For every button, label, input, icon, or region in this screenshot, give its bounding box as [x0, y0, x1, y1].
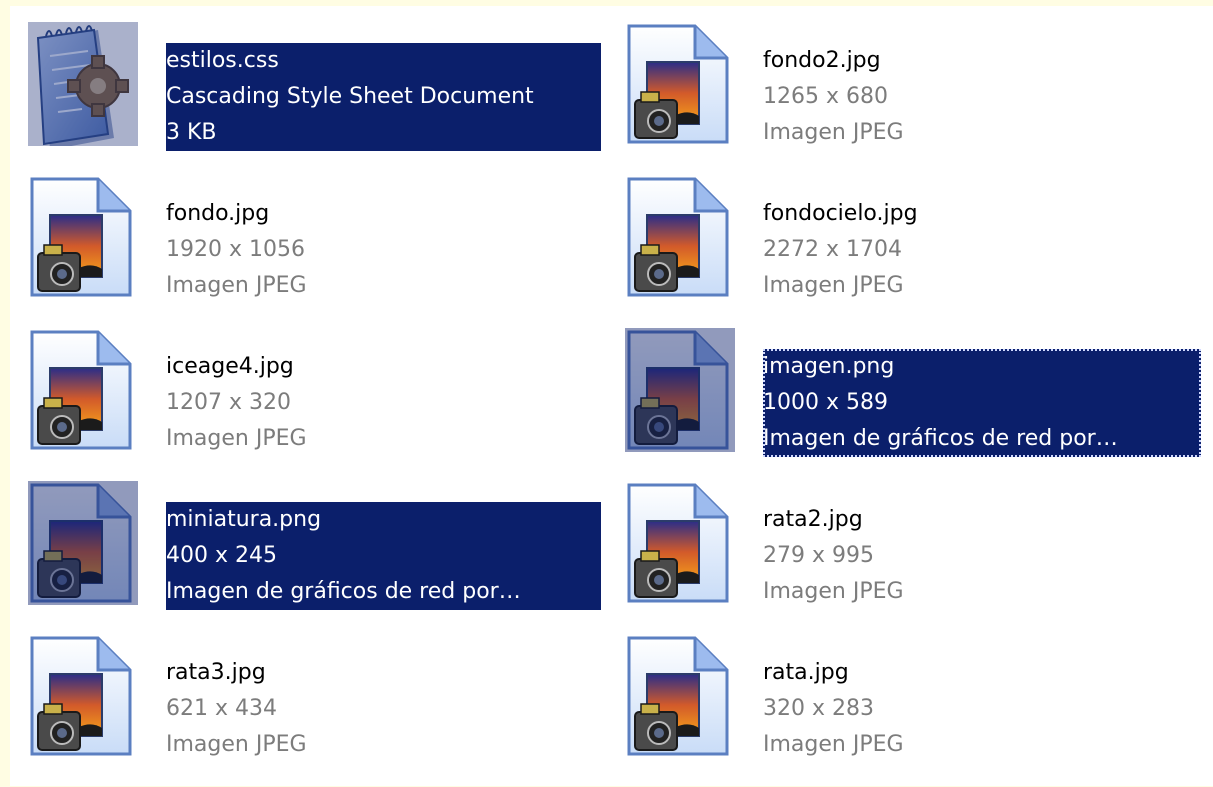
file-tile-rata3-jpg[interactable]: rata3.jpg 621 x 434 Imagen JPEG — [28, 634, 625, 787]
file-name: rata.jpg — [763, 660, 849, 685]
file-label: iceage4.jpg 1207 x 320 Imagen JPEG — [166, 349, 309, 457]
file-view-pane: estilos.css Cascading Style Sheet Docume… — [10, 6, 1213, 786]
image-dimensions: 320 x 283 — [763, 696, 874, 721]
jpeg-image-icon — [625, 22, 735, 146]
file-name: fondocielo.jpg — [763, 201, 918, 226]
file-name: imagen.png — [763, 354, 895, 379]
file-label: imagen.png 1000 x 589 Imagen de gráficos… — [763, 349, 1201, 457]
file-name: miniatura.png — [166, 507, 322, 532]
jpeg-image-icon — [28, 328, 138, 452]
png-image-icon — [625, 328, 735, 452]
file-tile-rata2-jpg[interactable]: rata2.jpg 279 x 995 Imagen JPEG — [625, 481, 1185, 634]
file-type: Imagen JPEG — [166, 273, 307, 298]
file-name: rata2.jpg — [763, 507, 863, 532]
file-name: iceage4.jpg — [166, 354, 294, 379]
image-dimensions: 2272 x 1704 — [763, 237, 902, 262]
image-dimensions: 621 x 434 — [166, 696, 277, 721]
jpeg-image-icon — [28, 175, 138, 299]
file-tile-rata-jpg[interactable]: rata.jpg 320 x 283 Imagen JPEG — [625, 634, 1185, 787]
file-label: fondocielo.jpg 2272 x 1704 Imagen JPEG — [763, 196, 920, 304]
file-label: rata3.jpg 621 x 434 Imagen JPEG — [166, 655, 309, 763]
image-dimensions: 1265 x 680 — [763, 84, 888, 109]
image-dimensions: 1920 x 1056 — [166, 237, 305, 262]
tiles-grid: estilos.css Cascading Style Sheet Docume… — [28, 22, 1201, 787]
file-tile-iceage4-jpg[interactable]: iceage4.jpg 1207 x 320 Imagen JPEG — [28, 328, 625, 481]
file-tile-estilos-css[interactable]: estilos.css Cascading Style Sheet Docume… — [28, 22, 625, 175]
file-label: fondo.jpg 1920 x 1056 Imagen JPEG — [166, 196, 309, 304]
jpeg-image-icon — [625, 634, 735, 758]
jpeg-image-icon — [28, 634, 138, 758]
file-type: Imagen JPEG — [763, 120, 904, 145]
image-dimensions: 1000 x 589 — [763, 390, 888, 415]
file-tile-fondocielo-jpg[interactable]: fondocielo.jpg 2272 x 1704 Imagen JPEG — [625, 175, 1185, 328]
file-type: Imagen JPEG — [763, 273, 904, 298]
jpeg-image-icon — [625, 481, 735, 605]
file-type: Imagen de gráficos de red por… — [166, 579, 521, 604]
file-name: fondo.jpg — [166, 201, 270, 226]
image-dimensions: 1207 x 320 — [166, 390, 291, 415]
file-label: rata2.jpg 279 x 995 Imagen JPEG — [763, 502, 906, 610]
file-type: Cascading Style Sheet Document — [166, 84, 534, 109]
image-dimensions: 279 x 995 — [763, 543, 874, 568]
png-image-icon — [28, 481, 138, 605]
file-tile-fondo-jpg[interactable]: fondo.jpg 1920 x 1056 Imagen JPEG — [28, 175, 625, 328]
file-tile-imagen-png[interactable]: imagen.png 1000 x 589 Imagen de gráficos… — [625, 328, 1201, 481]
file-label: estilos.css Cascading Style Sheet Docume… — [166, 43, 601, 151]
file-tile-miniatura-png[interactable]: miniatura.png 400 x 245 Imagen de gráfic… — [28, 481, 625, 634]
file-type: Imagen JPEG — [763, 732, 904, 757]
file-label: fondo2.jpg 1265 x 680 Imagen JPEG — [763, 43, 906, 151]
file-name: estilos.css — [166, 48, 279, 73]
file-type: Imagen JPEG — [763, 579, 904, 604]
file-label: rata.jpg 320 x 283 Imagen JPEG — [763, 655, 906, 763]
file-name: rata3.jpg — [166, 660, 266, 685]
file-size: 3 KB — [166, 120, 217, 145]
image-dimensions: 400 x 245 — [166, 543, 277, 568]
file-tile-fondo2-jpg[interactable]: fondo2.jpg 1265 x 680 Imagen JPEG — [625, 22, 1185, 175]
css-document-icon — [28, 22, 138, 146]
jpeg-image-icon — [625, 175, 735, 299]
file-type: Imagen de gráficos de red por… — [763, 426, 1118, 451]
file-name: fondo2.jpg — [763, 48, 881, 73]
file-type: Imagen JPEG — [166, 732, 307, 757]
file-label: miniatura.png 400 x 245 Imagen de gráfic… — [166, 502, 601, 610]
file-type: Imagen JPEG — [166, 426, 307, 451]
